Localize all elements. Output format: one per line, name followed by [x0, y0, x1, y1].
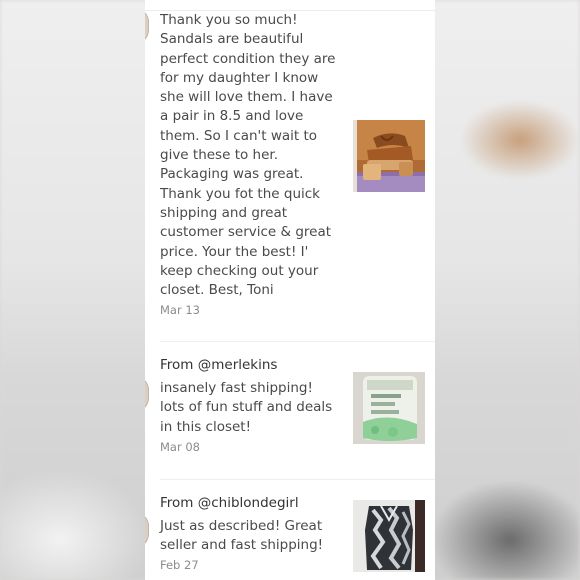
reviewer-username[interactable]: From @merlekins	[160, 357, 277, 373]
sandals-photo-icon	[353, 120, 425, 192]
review-date: Mar 08	[160, 440, 200, 454]
patterned-dress-photo-icon	[353, 500, 425, 572]
review-item: From @chiblondegirl Just as described! G…	[145, 480, 435, 580]
review-text: Just as described! Great seller and fast…	[160, 518, 324, 554]
reviews-panel[interactable]: Thank you so much! Sandals are beautiful…	[145, 0, 435, 580]
review-date: Feb 27	[160, 558, 199, 572]
review-item: Thank you so much! Sandals are beautiful…	[145, 0, 435, 342]
review-item: From @merlekins insanely fast shipping! …	[145, 342, 435, 480]
reviewer-avatar[interactable]	[145, 512, 149, 548]
review-thumbnail[interactable]	[353, 120, 425, 192]
reviewer-username[interactable]: From @chiblondegirl	[160, 495, 299, 511]
review-date: Mar 13	[160, 303, 200, 317]
reviewer-avatar[interactable]	[145, 8, 149, 44]
body-wipes-package-photo-icon	[353, 372, 425, 444]
review-text: Thank you so much! Sandals are beautiful…	[160, 12, 336, 299]
review-thumbnail[interactable]	[353, 500, 425, 572]
review-thumbnail[interactable]	[353, 372, 425, 444]
reviewer-avatar[interactable]	[145, 376, 149, 412]
review-text: insanely fast shipping! lots of fun stuf…	[160, 380, 333, 435]
